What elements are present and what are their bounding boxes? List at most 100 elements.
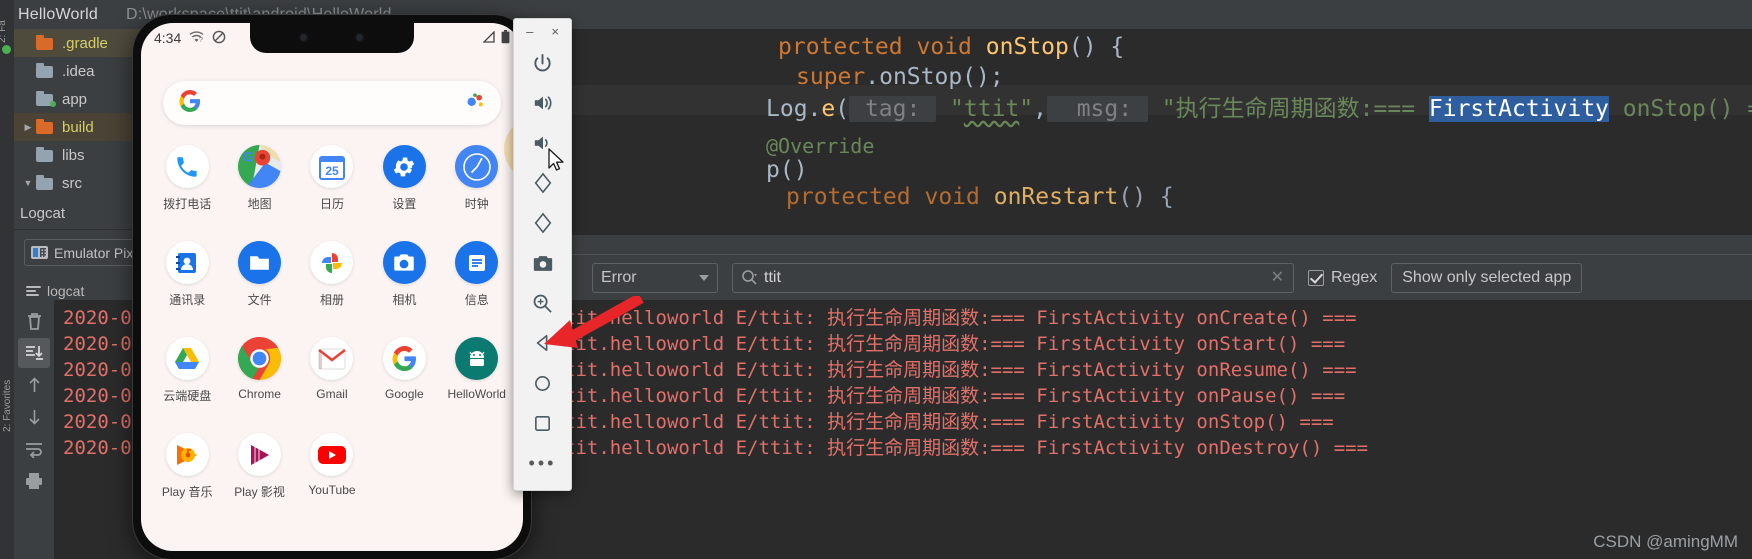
app-label: 信息 [464,293,489,307]
app-icon-play-music[interactable]: Play 音乐 [151,433,223,529]
rotate-right-icon[interactable] [521,203,565,243]
scope-select[interactable]: Show only selected app [1391,262,1583,293]
app-row: 云端硬盘 Chrome Gmail Google HelloWorld [151,337,513,433]
app-label: 设置 [392,197,417,211]
more-dots-icon[interactable]: ••• [521,443,565,483]
favorites-strip-label-top[interactable]: 2: Fa [0,1,8,43]
app-icon-drive[interactable]: 云端硬盘 [151,337,223,433]
chevron-down-icon[interactable]: ▼ [20,178,36,188]
contacts-icon [165,241,209,284]
left-tool-strip[interactable]: 2: Fa 2: Favorites [0,0,14,559]
camera-icon [382,241,426,284]
logcat-icon-rail[interactable] [14,300,54,559]
app-icon-files[interactable]: 文件 [223,241,295,337]
project-name: HelloWorld [18,5,98,23]
app-label: Chrome [238,387,281,401]
google-search-bar[interactable] [163,81,501,125]
app-icon-settings[interactable]: 设置 [368,145,440,241]
chrome-icon [238,337,282,380]
front-camera-icon [298,32,309,43]
soft-wrap-icon[interactable] [18,434,50,464]
youtube-icon [310,433,354,476]
close-button[interactable]: × [551,24,559,39]
screenshot-camera-icon[interactable] [521,243,565,283]
chevron-down-icon [699,274,709,281]
app-label: 拨打电话 [163,197,212,211]
phone-notch [250,23,414,53]
home-circle-icon[interactable] [521,363,565,403]
code-line: @Override [766,134,875,158]
app-icon-helloworld[interactable]: HelloWorld [441,337,513,433]
app-label: Play 音乐 [161,485,213,499]
app-label: Google [385,387,424,401]
app-icon-gmail[interactable]: Gmail [296,337,368,433]
folder-icon [36,63,55,78]
play-music-icon [165,433,209,476]
app-icon-play-movies[interactable]: Play 影视 [223,433,295,529]
volume-up-icon[interactable] [521,83,565,123]
scroll-to-end-icon[interactable] [18,338,50,368]
svg-text:G: G [243,150,254,165]
minimize-button[interactable]: – [526,24,533,39]
android-emulator-window[interactable]: 4:34 ? 拨打电话 G 地图 25 日历 设置 时钟 通讯录 文件 相册 相… [133,15,531,559]
folder-icon [36,119,55,134]
device-value: Emulator Pix [54,244,134,261]
svg-text:25: 25 [325,164,339,178]
code-line: protected void onStop() { [778,34,1125,60]
app-label: 云端硬盘 [163,389,212,403]
app-label: 时钟 [464,197,489,211]
tree-item-label: app [62,90,88,108]
app-icon-phone[interactable]: 拨打电话 [151,145,223,241]
tree-item-label: src [62,174,82,192]
app-icon-messages[interactable]: 信息 [441,241,513,337]
code-line: protected void onRestart() { [786,184,1174,210]
annotation-arrow [536,293,646,359]
log-level-select[interactable]: Error [592,262,718,293]
overview-square-icon[interactable] [521,403,565,443]
tree-item-label: .idea [62,62,95,80]
app-grid[interactable]: 拨打电话 G 地图 25 日历 设置 时钟 通讯录 文件 相册 相机 信息 云端… [151,145,513,547]
app-icon-contacts[interactable]: 通讯录 [151,241,223,337]
app-icon-camera[interactable]: 相机 [368,241,440,337]
messages-icon [455,241,499,284]
emulator-side-toolbar[interactable]: – × ••• [513,18,572,491]
logcat-search-input[interactable]: ttit ✕ [732,262,1294,293]
app-icon-clock[interactable]: 时钟 [441,145,513,241]
folder-icon [36,35,55,50]
status-dot [2,45,11,54]
clock-icon [455,145,499,188]
app-icon-photos[interactable]: 相册 [296,241,368,337]
chevron-right-icon[interactable]: ▶ [20,122,36,133]
play-movies-icon [238,433,282,476]
up-arrow-icon[interactable] [18,370,50,400]
code-line: p() [766,157,808,183]
regex-checkbox[interactable]: Regex [1308,269,1377,287]
search-icon [741,269,758,286]
tree-item-label: .gradle [62,34,108,52]
app-row: 通讯录 文件 相册 相机 信息 [151,241,513,337]
app-label: HelloWorld [447,387,506,401]
calendar-icon: 25 [310,145,354,188]
favorites-strip-label[interactable]: 2: Favorites [2,372,13,432]
more-dots-glyph: ••• [528,453,557,473]
app-icon-youtube[interactable]: YouTube [296,433,368,529]
app-icon-chrome[interactable]: Chrome [223,337,295,433]
down-arrow-icon[interactable] [18,402,50,432]
app-icon-maps[interactable]: G 地图 [223,145,295,241]
power-icon[interactable] [521,43,565,83]
print-icon[interactable] [18,466,50,496]
google-g-icon [382,337,426,380]
maps-icon: G [238,145,282,188]
mouse-cursor [548,148,565,178]
app-label: Play 影视 [234,485,285,499]
emulator-screen[interactable]: 4:34 ? 拨打电话 G 地图 25 日历 设置 时钟 通讯录 文件 相册 相… [141,23,523,551]
app-icon-calendar[interactable]: 25 日历 [296,145,368,241]
clear-icon[interactable]: ✕ [1271,269,1284,286]
app-slot-empty [368,433,440,529]
screenshot-root: protected void onStop() { super.onStop()… [0,0,1752,559]
app-label: Gmail [316,387,348,401]
app-icon-google[interactable]: Google [368,337,440,433]
trash-icon[interactable] [18,306,50,336]
code-line: super.onStop(); [796,64,1004,90]
google-assistant-icon[interactable] [465,91,485,116]
